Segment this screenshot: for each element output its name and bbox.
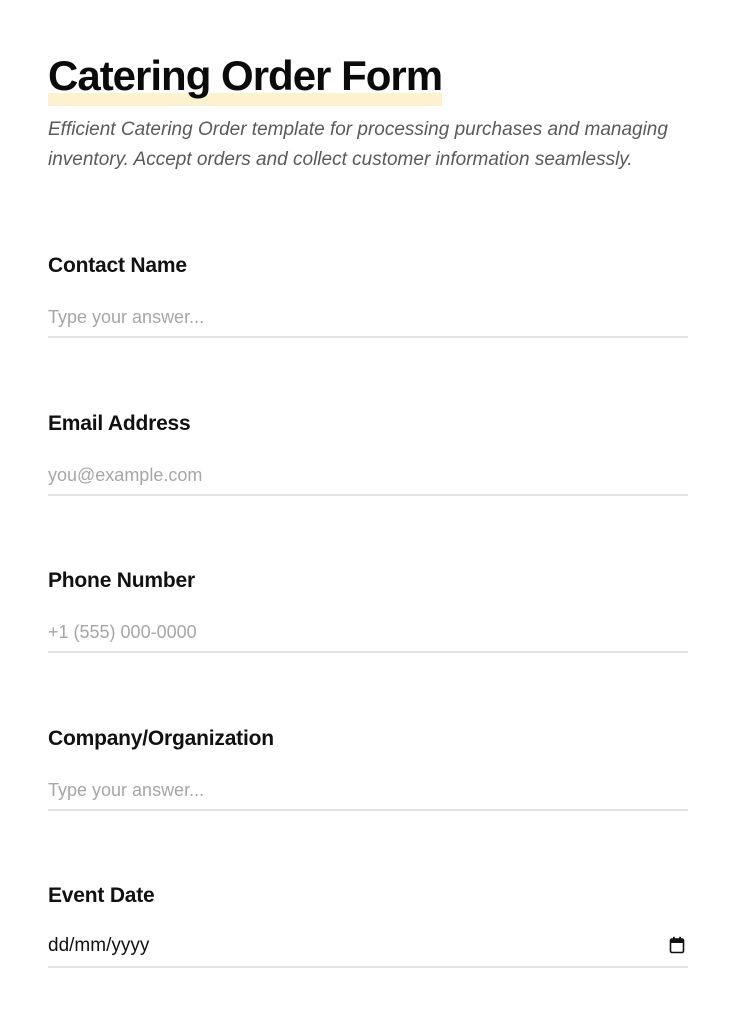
- calendar-icon[interactable]: [669, 936, 685, 954]
- catering-order-form-page: Catering Order Form Efficient Catering O…: [0, 0, 736, 1024]
- event-date-label: Event Date: [48, 884, 155, 907]
- event-date-display: dd/mm/yyyy: [48, 935, 150, 956]
- form-header: Catering Order Form: [48, 52, 688, 106]
- company-organization-label: Company/Organization: [48, 727, 274, 750]
- form-title: Catering Order Form: [48, 52, 443, 99]
- company-organization-input[interactable]: [48, 772, 688, 811]
- phone-number-input[interactable]: [48, 614, 688, 653]
- form-description: Efficient Catering Order template for pr…: [48, 119, 668, 170]
- contact-name-field: Contact Name: [48, 252, 688, 338]
- contact-name-label: Contact Name: [48, 254, 187, 277]
- phone-number-field: Phone Number: [48, 567, 688, 653]
- company-organization-field: Company/Organization: [48, 725, 688, 811]
- event-date-input[interactable]: dd/mm/yyyy: [48, 929, 688, 968]
- email-address-label: Email Address: [48, 412, 191, 435]
- title-wrap: Catering Order Form: [48, 52, 443, 106]
- email-address-input[interactable]: [48, 457, 688, 496]
- contact-name-input[interactable]: [48, 299, 688, 338]
- phone-number-label: Phone Number: [48, 569, 195, 592]
- email-address-field: Email Address: [48, 410, 688, 496]
- event-date-field: Event Date dd/mm/yyyy: [48, 882, 688, 968]
